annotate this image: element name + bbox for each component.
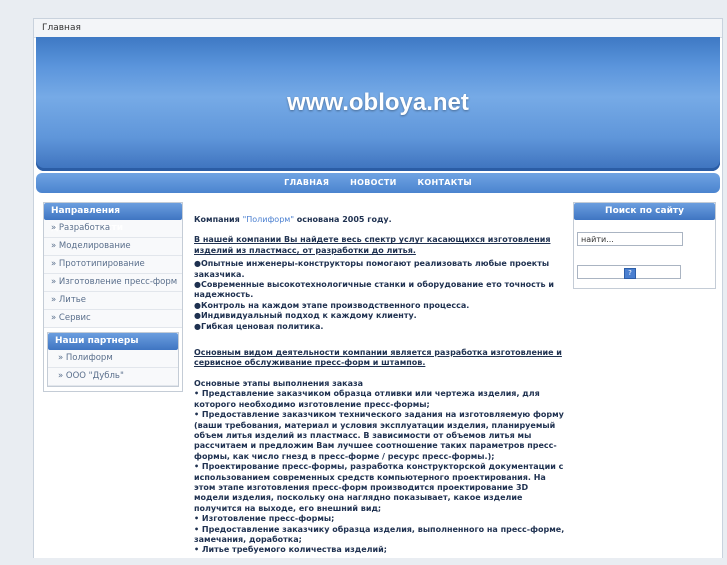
site-title: www.obloya.net — [287, 89, 469, 116]
sidebar-item-service[interactable]: » Сервис — [44, 310, 182, 328]
site-header: www.obloya.net — [36, 37, 720, 171]
bullet-item: ●Контроль на каждом этапе производственн… — [194, 300, 470, 310]
sidebar-item-casting[interactable]: » Литье — [44, 292, 182, 310]
bullet-item: ●Гибкая ценовая политика. — [194, 321, 324, 331]
stages-title: Основные этапы выполнения заказа — [194, 378, 364, 388]
partner-item-poliform[interactable]: » Полиформ — [48, 350, 178, 368]
nav-news[interactable]: НОВОСТИ — [350, 173, 397, 193]
sidebar-item-modeling[interactable]: » Моделирование — [44, 238, 182, 256]
intro-suffix: основана 2005 году. — [294, 215, 392, 224]
bullet-item: ●Современные высокотехнологичные станки … — [194, 280, 554, 300]
main-activity-text: Основным видом деятельности компании явл… — [194, 348, 562, 368]
stage-item: • Предоставление заказчику образца издел… — [194, 524, 565, 544]
search-input[interactable] — [577, 232, 683, 246]
bullet-item: ●Опытные инженеры-конструкторы помогают … — [194, 259, 550, 279]
breadcrumb[interactable]: Главная — [34, 19, 722, 38]
search-box: Поиск по сайту ? — [573, 202, 716, 289]
partner-item-dubl[interactable]: » ООО "Дубль" — [48, 368, 178, 386]
search-title: Поиск по сайту — [574, 203, 715, 220]
services-text: В нашей компании Вы найдете весь спектр … — [194, 235, 551, 255]
sidebar-item-prototyping[interactable]: » Прототипирование — [44, 256, 182, 274]
main-content: Компания "Полиформ" основана 2005 году. … — [194, 215, 566, 565]
page-container: Главная www.obloya.net ГЛАВНАЯ НОВОСТИ К… — [33, 18, 723, 558]
activity-title: Направления деятельности — [44, 203, 182, 233]
nav-home[interactable]: ГЛАВНАЯ — [284, 173, 329, 193]
bullet-item: ●Индивидуальный подход к каждому клиенту… — [194, 311, 417, 321]
stage-item: • Изготовление пресс-формы; — [194, 514, 335, 524]
main-nav: ГЛАВНАЯ НОВОСТИ КОНТАКТЫ — [36, 173, 720, 193]
partners-box: Наши партнеры » Полиформ » ООО "Дубль" — [47, 332, 179, 387]
search-button[interactable]: ? — [624, 268, 636, 279]
stage-item: • Проектирование пресс-формы, разработка… — [194, 462, 564, 513]
nav-contacts[interactable]: КОНТАКТЫ — [418, 173, 472, 193]
stage-item: • Литье требуемого количества изделий; — [194, 545, 387, 555]
partners-title: Наши партнеры — [48, 333, 178, 350]
sidebar-item-molds[interactable]: » Изготовление пресс-форм — [44, 274, 182, 292]
intro-prefix: Компания — [194, 215, 243, 224]
stage-item: • Представление заказчиком образца отлив… — [194, 389, 540, 409]
intro-text: Компания "Полиформ" основана 2005 году. — [194, 215, 566, 225]
stage-item: • Предоставление заказчиком технического… — [194, 410, 564, 461]
activity-sidebar: Направления деятельности » Разработка » … — [43, 202, 183, 392]
search-button-frame: ? — [577, 265, 681, 279]
brand-name: "Полиформ" — [242, 215, 294, 224]
